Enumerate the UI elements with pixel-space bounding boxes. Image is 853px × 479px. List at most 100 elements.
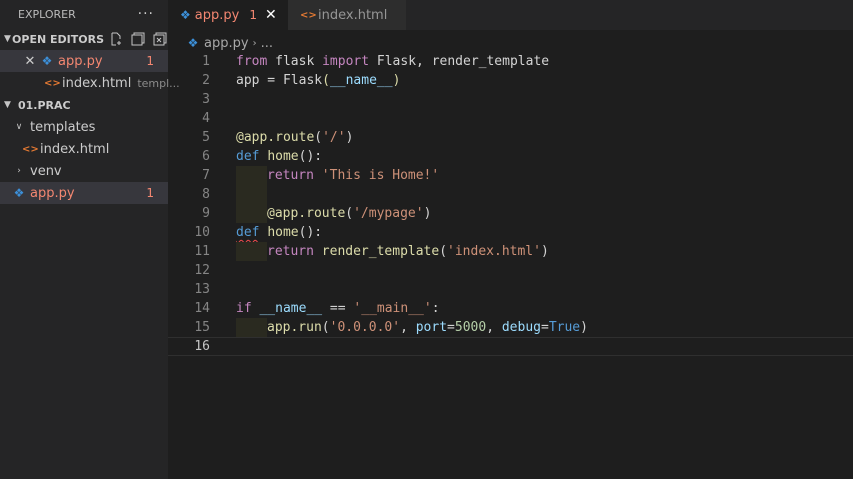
code-token: ( — [314, 130, 323, 145]
tree-item-venv[interactable]: › venv — [0, 160, 168, 182]
code-line[interactable]: 9 @app.route('/mypage') — [168, 204, 853, 223]
code-token: True — [548, 320, 581, 335]
code-token: from — [236, 54, 268, 69]
breadcrumb-rest[interactable]: ... — [261, 36, 273, 51]
tab-label: index.html — [318, 7, 388, 23]
code-line[interactable]: 15 app.run('0.0.0.0', port=5000, debug=Tr… — [168, 318, 853, 337]
indent-guide — [236, 318, 267, 337]
editor-tab-bar: ❖ app.py 1 ✕ <> index.html — [168, 0, 853, 30]
close-icon[interactable]: ✕ — [22, 54, 38, 69]
project-section[interactable]: ▼ 01.PRAC — [0, 94, 168, 116]
line-number: 13 — [194, 282, 210, 297]
code-token: = — [259, 73, 283, 88]
code-line[interactable]: 8 — [168, 185, 853, 204]
tab-label: app.py — [194, 7, 240, 23]
tree-item-label: templates — [30, 119, 96, 135]
code-token: ( — [321, 320, 330, 335]
code-token: ) — [423, 206, 432, 221]
code-token: app.run — [267, 320, 322, 335]
line-number: 7 — [202, 168, 210, 183]
code-content: def home(): — [236, 147, 322, 166]
chevron-right-icon: › — [252, 37, 257, 49]
code-token: = — [447, 320, 455, 335]
code-line[interactable]: 5 @app.route('/') — [168, 128, 853, 147]
code-line[interactable]: 6 def home(): — [168, 147, 853, 166]
code-line[interactable]: 3 — [168, 90, 853, 109]
code-token: flask — [267, 54, 323, 69]
indent-guide — [236, 185, 267, 204]
indent-guide — [236, 204, 267, 223]
code-token: return — [267, 244, 314, 259]
code-token: ) — [540, 244, 549, 259]
tree-item-templates[interactable]: ∨ templates — [0, 116, 168, 138]
code-token: ( — [322, 73, 330, 88]
code-token: (): — [298, 149, 323, 164]
line-number: 15 — [194, 320, 210, 335]
explorer-header: EXPLORER ··· — [0, 0, 168, 28]
close-icon[interactable]: ✕ — [265, 7, 277, 23]
tree-item-app-py[interactable]: ❖ app.py 1 — [0, 182, 168, 204]
code-token: __name__ — [329, 73, 393, 88]
code-editor[interactable]: 1 from flask import Flask, render_templat… — [168, 52, 853, 479]
tab-app-py[interactable]: ❖ app.py 1 ✕ — [168, 0, 288, 30]
explorer-title: EXPLORER — [18, 7, 76, 21]
code-token: return — [267, 168, 314, 183]
code-token: if — [236, 301, 252, 316]
code-token: app — [236, 73, 260, 88]
tree-item-label: app.py — [30, 185, 75, 201]
code-line[interactable]: 4 — [168, 109, 853, 128]
chevron-right-icon: › — [17, 166, 21, 176]
code-content: return 'This is Home!' — [236, 166, 439, 185]
code-line[interactable]: 14 if __name__ == '__main__': — [168, 299, 853, 318]
code-token: Flask, render_template — [369, 54, 550, 69]
chevron-down-icon: ▼ — [4, 100, 11, 110]
new-file-icon[interactable] — [108, 31, 124, 47]
tree-item-index-html[interactable]: <> index.html — [0, 138, 168, 160]
code-token: , — [400, 320, 416, 335]
line-number: 9 — [202, 206, 210, 221]
code-line[interactable]: 1 from flask import Flask, render_templat… — [168, 52, 853, 71]
code-token: '__main__' — [353, 301, 432, 316]
save-all-icon[interactable] — [130, 31, 146, 47]
code-line[interactable]: 12 — [168, 261, 853, 280]
breadcrumb[interactable]: ❖ app.py › ... — [186, 32, 273, 54]
code-token: ( — [439, 244, 448, 259]
code-line[interactable]: 16 — [168, 337, 853, 356]
open-editor-label: app.py — [58, 53, 103, 69]
line-number: 1 — [202, 54, 210, 69]
problem-count-badge: 1 — [249, 8, 257, 22]
more-actions-icon[interactable]: ··· — [138, 6, 154, 22]
python-file-icon: ❖ — [13, 186, 25, 200]
code-token: , — [486, 320, 502, 335]
code-token: '/mypage' — [353, 206, 424, 221]
open-editor-index-html[interactable]: <> index.html templ... — [0, 72, 180, 94]
breadcrumb-file[interactable]: app.py — [204, 36, 249, 51]
project-title: 01.PRAC — [18, 98, 71, 112]
code-line[interactable]: 13 — [168, 280, 853, 299]
tab-index-html[interactable]: <> index.html — [288, 0, 406, 30]
code-token: ) — [345, 130, 354, 145]
html-file-icon: <> — [44, 77, 61, 89]
code-line[interactable]: 2 app = Flask(__name__) — [168, 71, 853, 90]
line-number: 6 — [202, 149, 210, 164]
chevron-down-icon: ▼ — [4, 34, 11, 44]
line-number: 16 — [194, 339, 210, 354]
code-line[interactable]: 11 return render_template('index.html') — [168, 242, 853, 261]
code-token: ) — [392, 73, 401, 88]
code-token: def — [236, 149, 260, 164]
code-content: return render_template('index.html') — [236, 242, 549, 261]
problem-count-badge: 1 — [146, 186, 154, 200]
code-line[interactable]: 10 def home(): — [168, 223, 853, 242]
line-number: 11 — [194, 244, 210, 259]
close-all-icon[interactable] — [152, 31, 168, 47]
open-editors-section[interactable]: ▼ OPEN EDITORS — [0, 28, 168, 50]
code-token: (): — [298, 225, 323, 240]
chevron-down-icon: ∨ — [15, 122, 23, 132]
open-editor-app-py[interactable]: ✕ ❖ app.py 1 — [0, 50, 168, 72]
code-token: : — [431, 301, 440, 316]
code-line[interactable]: 7 return 'This is Home!' — [168, 166, 853, 185]
open-editor-label: index.html — [62, 75, 132, 91]
code-token: ) — [580, 320, 588, 335]
